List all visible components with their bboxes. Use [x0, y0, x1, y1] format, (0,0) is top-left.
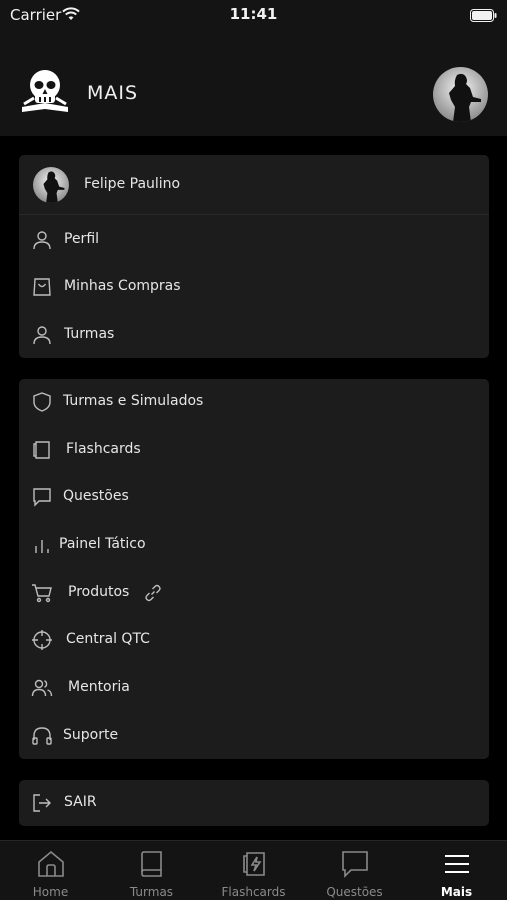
menu-item-label: Produtos: [68, 584, 130, 600]
headphones-icon: [31, 725, 53, 747]
menu-icon: [406, 849, 507, 879]
account-card: Felipe Paulino Perfil Minhas Compras Tur…: [19, 155, 489, 358]
menu-item-produtos[interactable]: Produtos: [19, 573, 489, 613]
menu-item-painel-tatico[interactable]: Painel Tático: [19, 525, 489, 565]
tab-flashcards[interactable]: Flashcards: [203, 841, 304, 900]
tab-label: Home: [32, 885, 69, 899]
tab-questoes[interactable]: Questões: [304, 841, 405, 900]
menu-item-perfil[interactable]: Perfil: [19, 220, 489, 260]
menu-item-flashcards[interactable]: Flashcards: [19, 430, 489, 470]
users-icon: [31, 677, 53, 699]
shopping-bag-icon: [31, 276, 53, 298]
chat-bubble-icon: [304, 849, 405, 879]
menu-item-label: Painel Tático: [59, 536, 146, 552]
page-title: MAIS: [87, 82, 139, 104]
tab-turmas[interactable]: Turmas: [101, 841, 202, 900]
menu-item-label: Central QTC: [66, 631, 150, 647]
menu-item-label: Suporte: [63, 727, 119, 743]
cart-icon: [31, 582, 53, 604]
user-icon: [31, 229, 53, 251]
menu-item-label: Flashcards: [66, 441, 141, 457]
app-header: MAIS: [0, 30, 507, 136]
menu-item-questoes[interactable]: Questões: [19, 477, 489, 517]
flashcards-lightning-icon: [203, 849, 304, 879]
menu-item-label: Mentoria: [68, 679, 130, 695]
crosshair-icon: [31, 629, 53, 651]
user-avatar-icon: [33, 167, 69, 203]
tab-label: Questões: [326, 885, 383, 899]
menu-item-minhas-compras[interactable]: Minhas Compras: [19, 267, 489, 307]
menu-item-label: Turmas e Simulados: [63, 393, 204, 409]
features-card: Turmas e Simulados Flashcards Questões P…: [19, 379, 489, 759]
home-icon: [0, 849, 101, 879]
link-icon: [143, 583, 163, 603]
soldier-avatar-icon[interactable]: [433, 67, 488, 122]
logout-icon: [31, 792, 53, 814]
logout-button[interactable]: SAIR: [19, 783, 489, 823]
status-time: 11:41: [229, 5, 278, 23]
bar-chart-icon: [31, 534, 53, 556]
battery-icon: [470, 7, 497, 26]
shield-icon: [31, 391, 53, 413]
menu-item-label: Turmas: [64, 326, 115, 342]
status-bar: Carrier 11:41: [0, 0, 507, 30]
tab-label: Turmas: [129, 885, 174, 899]
menu-item-label: Minhas Compras: [64, 278, 181, 294]
tab-mais[interactable]: Mais: [406, 841, 507, 900]
menu-item-label: Questões: [63, 488, 129, 504]
tab-label: Mais: [440, 885, 473, 899]
menu-item-turmas-e-simulados[interactable]: Turmas e Simulados: [19, 382, 489, 422]
tab-label: Flashcards: [221, 885, 286, 899]
flashcards-icon: [31, 439, 53, 461]
menu-item-turmas[interactable]: Turmas: [19, 315, 489, 355]
logout-label: SAIR: [64, 794, 97, 810]
profile-header[interactable]: Felipe Paulino: [19, 155, 489, 215]
menu-item-suporte[interactable]: Suporte: [19, 716, 489, 756]
logout-card: SAIR: [19, 780, 489, 826]
chat-bubble-icon: [31, 486, 53, 508]
tab-bar: Home Turmas Flashcards Questões Mais: [0, 840, 507, 900]
user-name: Felipe Paulino: [84, 176, 181, 192]
user-icon: [31, 324, 53, 346]
skull-book-icon: [20, 68, 70, 120]
menu-item-central-qtc[interactable]: Central QTC: [19, 620, 489, 660]
book-icon: [101, 849, 202, 879]
tab-home[interactable]: Home: [0, 841, 101, 900]
menu-item-mentoria[interactable]: Mentoria: [19, 668, 489, 708]
menu-item-label: Perfil: [64, 231, 100, 247]
